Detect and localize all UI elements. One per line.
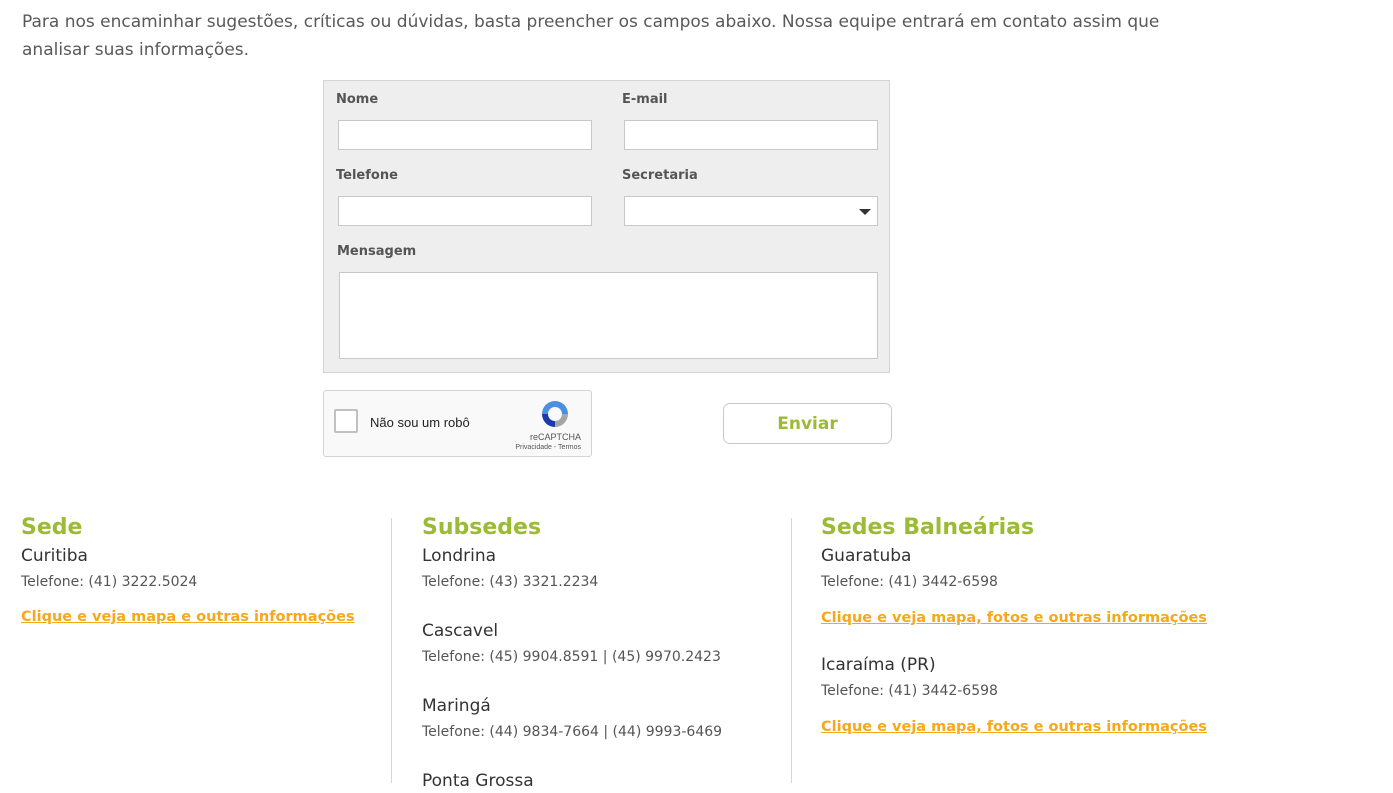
subsede-phone: Telefone: (45) 9904.8591 | (45) 9970.242… xyxy=(422,649,721,665)
balnearia-city: Guaratuba xyxy=(821,546,912,566)
secretaria-label: Secretaria xyxy=(622,168,698,183)
email-input[interactable] xyxy=(624,120,878,150)
subsede-phone: Telefone: (44) 9834-7664 | (44) 9993-646… xyxy=(422,724,723,740)
subsedes-title: Subsedes xyxy=(422,515,542,540)
sede-city: Curitiba xyxy=(21,546,88,566)
subsede-city: Cascavel xyxy=(422,621,499,641)
recaptcha-widget: Não sou um robô reCAPTCHA Privacidade - … xyxy=(323,390,592,457)
subsede-city: Maringá xyxy=(422,696,491,716)
divider xyxy=(791,518,792,783)
balnearia-phone: Telefone: (41) 3442-6598 xyxy=(821,574,998,590)
recaptcha-logo-icon xyxy=(542,401,568,427)
balnearia-city: Icaraíma (PR) xyxy=(821,655,936,675)
sede-phone: Telefone: (41) 3222.5024 xyxy=(21,574,198,590)
chevron-down-icon xyxy=(859,209,871,215)
nome-label: Nome xyxy=(336,92,379,107)
recaptcha-label: Não sou um robô xyxy=(370,415,470,430)
balnearia-phone: Telefone: (41) 3442-6598 xyxy=(821,683,998,699)
subsede-phone: Telefone: (43) 3321.2234 xyxy=(422,574,599,590)
email-label: E-mail xyxy=(622,92,668,107)
subsede-city: Londrina xyxy=(422,546,497,566)
sede-section: Sede Curitiba Telefone: (41) 3222.5024 C… xyxy=(21,514,381,627)
contact-form: Nome E-mail Telefone Secretaria Mensagem xyxy=(323,80,890,373)
recaptcha-checkbox[interactable] xyxy=(334,409,358,433)
balnearia-info-link[interactable]: Clique e veja mapa, fotos e outras infor… xyxy=(821,608,1207,628)
mensagem-label: Mensagem xyxy=(337,244,417,259)
telefone-label: Telefone xyxy=(336,168,398,183)
balnearias-section: Sedes Balneárias Guaratuba Telefone: (41… xyxy=(821,514,1321,737)
sede-info-link[interactable]: Clique e veja mapa e outras informações xyxy=(21,607,355,627)
sede-title: Sede xyxy=(21,515,83,540)
subsedes-section: Subsedes Londrina Telefone: (43) 3321.22… xyxy=(422,514,782,793)
balnearia-info-link[interactable]: Clique e veja mapa, fotos e outras infor… xyxy=(821,717,1207,737)
secretaria-select[interactable] xyxy=(624,196,878,226)
mensagem-textarea[interactable] xyxy=(339,272,878,359)
nome-input[interactable] xyxy=(338,120,592,150)
recaptcha-terms-link[interactable]: Privacidade - Termos xyxy=(515,444,581,451)
balnearias-title: Sedes Balneárias xyxy=(821,515,1035,540)
recaptcha-brand: reCAPTCHA xyxy=(529,432,581,442)
divider xyxy=(391,518,392,783)
telefone-input[interactable] xyxy=(338,196,592,226)
send-button[interactable]: Enviar xyxy=(723,403,892,444)
subsede-city: Ponta Grossa xyxy=(422,771,534,791)
intro-text: Para nos encaminhar sugestões, críticas … xyxy=(22,12,1160,60)
